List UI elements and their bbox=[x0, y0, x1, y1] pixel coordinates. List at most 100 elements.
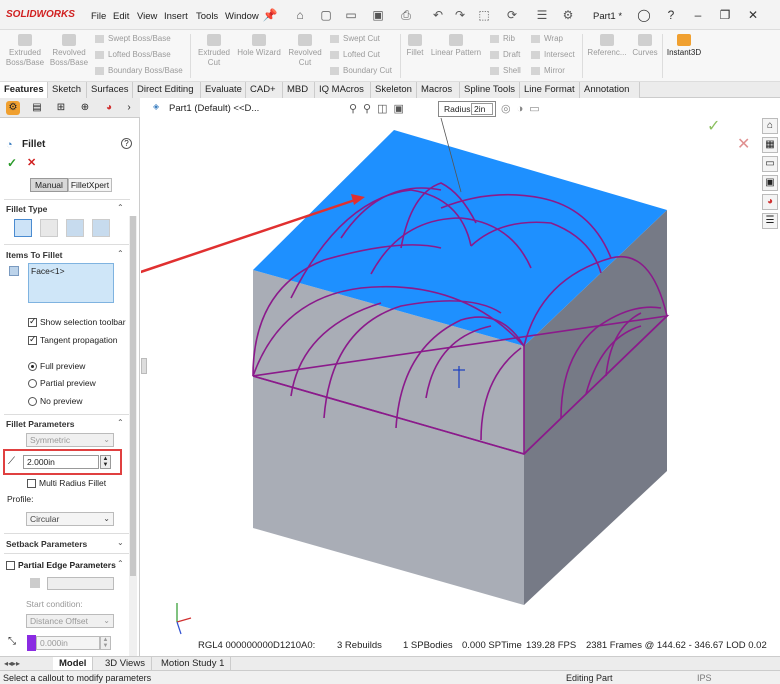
tab-annotation[interactable]: Annotation bbox=[580, 82, 640, 98]
draft-button[interactable]: Draft bbox=[490, 50, 520, 59]
feature-manager-icon[interactable]: ⚙ bbox=[6, 101, 20, 115]
tab-cad-plus[interactable]: CAD+ bbox=[246, 82, 283, 98]
menu-tools[interactable]: Tools bbox=[196, 11, 218, 22]
full-round-fillet-icon[interactable] bbox=[92, 219, 110, 237]
file-properties-icon[interactable]: ☰ bbox=[534, 8, 550, 22]
shell-button[interactable]: Shell bbox=[490, 66, 521, 75]
restore-button[interactable]: ❐ bbox=[717, 8, 733, 22]
design-library-icon[interactable]: ▦ bbox=[762, 137, 778, 153]
select-icon[interactable]: ⬚ bbox=[476, 8, 492, 22]
instant3d-button[interactable]: Instant3D bbox=[664, 34, 704, 58]
tab-sketch[interactable]: Sketch bbox=[48, 82, 87, 98]
full-preview-radio[interactable]: Full preview bbox=[28, 361, 85, 372]
more-tabs-icon[interactable]: › bbox=[122, 101, 136, 115]
undo-icon[interactable]: ↶ bbox=[430, 8, 446, 22]
file-explorer-icon[interactable]: ▭ bbox=[762, 156, 778, 172]
boundary-boss-button[interactable]: Boundary Boss/Base bbox=[95, 66, 183, 75]
hole-wizard-button[interactable]: Hole Wizard bbox=[234, 34, 284, 58]
cancel-button[interactable]: ✕ bbox=[27, 156, 36, 169]
tab-mbd[interactable]: MBD bbox=[283, 82, 315, 98]
linear-pattern-button[interactable]: Linear Pattern bbox=[428, 34, 484, 58]
swept-boss-button[interactable]: Swept Boss/Base bbox=[95, 34, 171, 43]
task-home-icon[interactable]: ⌂ bbox=[762, 118, 778, 134]
rib-button[interactable]: Rib bbox=[490, 34, 515, 43]
tab-evaluate[interactable]: Evaluate bbox=[201, 82, 246, 98]
filletxpert-tab[interactable]: FilletXpert bbox=[68, 178, 112, 192]
close-window-button[interactable]: ✕ bbox=[745, 8, 761, 22]
minimize-button[interactable]: – bbox=[690, 8, 706, 22]
swept-cut-button[interactable]: Swept Cut bbox=[330, 34, 380, 43]
property-manager-icon[interactable]: ▤ bbox=[30, 101, 44, 115]
tab-scroll-icons[interactable]: ◂◂▸▸ bbox=[4, 659, 20, 668]
status-units[interactable]: IPS bbox=[697, 673, 712, 683]
model-view[interactable] bbox=[141, 98, 780, 656]
pm-scrollbar[interactable] bbox=[129, 216, 137, 656]
offset-spinner[interactable]: ▲ ▼ bbox=[100, 636, 111, 650]
partial-preview-radio[interactable]: Partial preview bbox=[28, 378, 96, 389]
options-gear-icon[interactable]: ⚙ bbox=[560, 8, 576, 22]
redo-icon[interactable]: ↷ bbox=[452, 8, 468, 22]
custom-properties-icon[interactable]: ☰ bbox=[762, 213, 778, 229]
variable-size-fillet-icon[interactable] bbox=[40, 219, 58, 237]
extruded-boss-button[interactable]: Extruded Boss/Base bbox=[4, 34, 46, 68]
fillet-button[interactable]: Fillet bbox=[402, 34, 428, 58]
rebuild-icon[interactable]: ⟳ bbox=[504, 8, 520, 22]
tangent-propagation-checkbox[interactable] bbox=[28, 334, 40, 346]
menu-insert[interactable]: Insert bbox=[164, 11, 188, 22]
configuration-manager-icon[interactable]: ⊞ bbox=[54, 101, 68, 115]
tab-line-format[interactable]: Line Format bbox=[520, 82, 580, 98]
tab-spline-tools[interactable]: Spline Tools bbox=[460, 82, 520, 98]
face-fillet-icon[interactable] bbox=[66, 219, 84, 237]
graphics-area[interactable]: ◈ Part1 (Default) <<D... ⚲⚲◫▣ ◎◑▭ ✓ ✕ Ra… bbox=[141, 98, 780, 656]
partial-edge-checkbox[interactable]: Partial Edge Parameters bbox=[6, 560, 116, 571]
show-selection-toolbar-checkbox[interactable]: Show selection toolbar bbox=[28, 316, 126, 328]
revolved-cut-button[interactable]: Revolved Cut bbox=[285, 34, 325, 68]
open-icon[interactable]: ▭ bbox=[343, 8, 359, 22]
help-button[interactable]: ? bbox=[121, 138, 132, 149]
collapse-chevron-icon[interactable]: ⌃ bbox=[117, 203, 124, 212]
boundary-cut-button[interactable]: Boundary Cut bbox=[330, 66, 392, 75]
menu-view[interactable]: View bbox=[137, 11, 157, 22]
lofted-cut-button[interactable]: Lofted Cut bbox=[330, 50, 380, 59]
mirror-button[interactable]: Mirror bbox=[531, 66, 565, 75]
edge-selection-box[interactable] bbox=[47, 577, 114, 590]
no-preview-radio[interactable]: No preview bbox=[28, 396, 83, 407]
collapse-chevron-icon[interactable]: ⌃ bbox=[117, 249, 124, 258]
dimxpert-icon[interactable]: ⊕ bbox=[78, 101, 92, 115]
tab-surfaces[interactable]: Surfaces bbox=[87, 82, 133, 98]
view-palette-icon[interactable]: ▣ bbox=[762, 175, 778, 191]
menu-file[interactable]: File bbox=[91, 11, 106, 22]
manual-tab[interactable]: Manual bbox=[30, 178, 68, 192]
tab-macros[interactable]: Macros bbox=[417, 82, 460, 98]
expand-chevron-icon[interactable]: ⌄ bbox=[117, 538, 124, 547]
tab-3d-views[interactable]: 3D Views bbox=[99, 657, 152, 671]
lofted-boss-button[interactable]: Lofted Boss/Base bbox=[95, 50, 171, 59]
menu-window[interactable]: Window bbox=[225, 11, 259, 22]
symmetric-select[interactable]: Symmetric ⌄ bbox=[26, 433, 114, 447]
pin-icon[interactable]: 📌 bbox=[262, 8, 278, 22]
collapse-chevron-icon[interactable]: ⌃ bbox=[117, 559, 124, 568]
wrap-button[interactable]: Wrap bbox=[531, 34, 563, 43]
tab-motion-study[interactable]: Motion Study 1 bbox=[155, 657, 232, 671]
menu-edit[interactable]: Edit bbox=[113, 11, 129, 22]
ok-button[interactable]: ✓ bbox=[7, 156, 17, 170]
extruded-cut-button[interactable]: Extruded Cut bbox=[194, 34, 234, 68]
profile-select[interactable]: Circular ⌄ bbox=[26, 512, 114, 526]
multi-radius-checkbox[interactable]: Multi Radius Fillet bbox=[27, 478, 106, 489]
save-icon[interactable]: ▣ bbox=[370, 8, 386, 22]
tab-direct-editing[interactable]: Direct Editing bbox=[133, 82, 201, 98]
setback-parameters-header[interactable]: Setback Parameters bbox=[6, 539, 87, 549]
collapse-chevron-icon[interactable]: ⌃ bbox=[117, 418, 124, 427]
curves-button[interactable]: Curves bbox=[630, 34, 660, 58]
appearances-icon[interactable]: ◕ bbox=[762, 194, 778, 210]
tab-iq-macros[interactable]: IQ MAcros bbox=[315, 82, 371, 98]
selection-item[interactable]: Face<1> bbox=[31, 266, 65, 276]
new-document-icon[interactable]: ▢ bbox=[318, 8, 334, 22]
callout-value-input[interactable]: 2in bbox=[471, 103, 493, 115]
intersect-button[interactable]: Intersect bbox=[531, 50, 575, 59]
radius-callout[interactable]: Radius: 2in bbox=[438, 101, 496, 117]
reference-geometry-button[interactable]: Referenc... bbox=[585, 34, 629, 58]
constant-size-fillet-icon[interactable] bbox=[14, 219, 32, 237]
selection-box[interactable]: Face<1> bbox=[28, 263, 114, 303]
help-icon[interactable]: ? bbox=[663, 8, 679, 22]
